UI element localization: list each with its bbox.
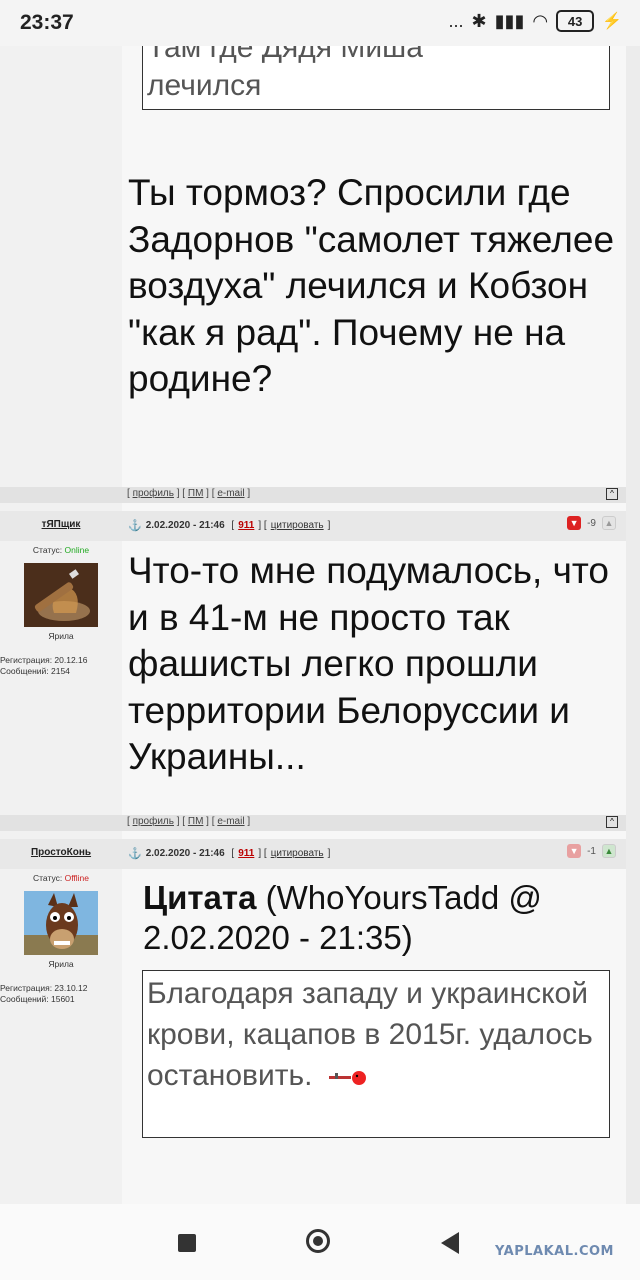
profile-link[interactable]: профиль [133,816,174,827]
more-dots-icon: ... [448,10,464,31]
post-body: Что-то мне подумалось, что и в 41-м не п… [128,550,609,777]
post-count: Сообщений: 15601 [0,994,75,1004]
user-stats: Регистрация: 23.10.12 Сообщений: 15601 [0,983,122,1005]
post-header: ПростоКонь ⚓ 2.02.2020 - 21:46 [911] [ци… [0,839,626,869]
email-link[interactable]: e-mail [217,816,244,827]
quote-link[interactable]: цитировать [271,520,324,531]
clock: 23:37 [20,11,74,34]
quote-last-line: лечился [147,69,262,102]
battery-icon: 43 [556,10,595,32]
avatar[interactable] [24,563,98,627]
pm-link[interactable]: ПМ [188,488,204,499]
post-number-link[interactable]: 911 [238,848,254,859]
registration-date: Регистрация: 20.12.16 [0,655,88,665]
recent-apps-button[interactable] [178,1234,196,1252]
quote-box: Там где Дядя Миша лечился [142,46,610,110]
rating-value: -9 [587,517,596,529]
scroll-top-button[interactable]: ^ [606,488,618,500]
anchor-icon[interactable]: ⚓ [128,519,142,532]
user-stats: Регистрация: 20.12.16 Сообщений: 2154 [0,655,122,677]
rating-value: -1 [587,845,596,857]
signal-icon: ▮▮▮ [494,10,525,31]
thumb-down-icon[interactable]: ▼ [567,844,582,858]
status-label: Статус: [32,545,63,555]
status-offline: Offline [64,873,90,883]
quote-box: Благодаря западу и украинской крови, кац… [142,970,610,1138]
post-date: 2.02.2020 - 21:46 [145,848,225,859]
quote-link[interactable]: цитировать [271,848,324,859]
quote-label: Цитата [143,879,257,916]
user-status: Статус: Online [0,545,122,555]
post-header: тЯПщик ⚓ 2.02.2020 - 21:46 [911] [цитиро… [0,511,626,541]
author-info: Статус: Offline Ярила Регистрация: 23.10… [0,873,122,1005]
author-info: Статус: Online Ярила Регистрация: 20.12.… [0,545,122,677]
battery-level: 43 [567,13,583,29]
post-date: 2.02.2020 - 21:46 [145,520,225,531]
thumb-up-icon[interactable]: ▲ [602,516,616,530]
thumb-up-icon[interactable]: ▲ [602,844,616,858]
post-footer: [ профиль ] [ ПМ ] [ e-mail ] ^ [0,815,626,831]
quote-text: Благодаря западу и украинской крови, кац… [147,977,593,1092]
rating-controls: ▼ -9 ▲ [567,516,616,530]
post-footer: [ профиль ] [ ПМ ] [ e-mail ] ^ [0,487,626,503]
android-nav-bar: YAPLAKAL.COM [0,1204,640,1280]
watermark: YAPLAKAL.COM [495,1244,614,1259]
wifi-icon: ◠ [532,10,549,31]
status-bar: 23:37 ... ✱ ▮▮▮ ◠ 43 ⚡ [0,0,640,46]
avatar[interactable] [24,891,98,955]
username-link[interactable]: тЯПщик [0,519,122,530]
email-link[interactable]: e-mail [217,488,244,499]
user-rank: Ярила [48,631,74,641]
user-status: Статус: Offline [0,873,122,883]
status-online: Online [64,545,90,555]
status-icons: ... ✱ ▮▮▮ ◠ 43 ⚡ [449,10,622,32]
post-number-link[interactable]: 911 [238,520,254,531]
anchor-icon[interactable]: ⚓ [128,847,142,860]
profile-link[interactable]: профиль [133,488,174,499]
scroll-top-button[interactable]: ^ [606,816,618,828]
status-label: Статус: [32,873,63,883]
back-button[interactable] [441,1232,459,1254]
post-footer-links: [ профиль ] [ ПМ ] [ e-mail ] [127,488,251,499]
post-meta: ⚓ 2.02.2020 - 21:46 [911] [цитировать] [128,519,331,532]
home-button[interactable] [306,1229,330,1253]
quote-header: Цитата (WhoYoursTadd @ 2.02.2020 - 21:35… [143,878,613,958]
thumb-down-icon[interactable]: ▼ [567,516,582,530]
post-count: Сообщений: 2154 [0,666,70,676]
user-rank: Ярила [48,959,74,969]
rating-controls: ▼ -1 ▲ [567,844,616,858]
quote-partial-line: Там где Дядя Миша [147,46,423,64]
forum-thread[interactable]: Там где Дядя Миша лечился Ты тормоз? Спр… [0,46,640,1204]
post-footer-links: [ профиль ] [ ПМ ] [ e-mail ] [127,816,251,827]
post-body: Ты тормоз? Спросили где Задорнов "самоле… [128,172,615,399]
charging-icon: ⚡ [602,13,622,30]
gun-smiley-icon [328,1057,369,1098]
scrollbar[interactable] [626,46,640,1204]
username-link[interactable]: ПростоКонь [0,847,122,858]
pm-link[interactable]: ПМ [188,816,204,827]
registration-date: Регистрация: 23.10.12 [0,983,88,993]
post-meta: ⚓ 2.02.2020 - 21:46 [911] [цитировать] [128,847,331,860]
bluetooth-icon: ✱ [471,10,487,31]
